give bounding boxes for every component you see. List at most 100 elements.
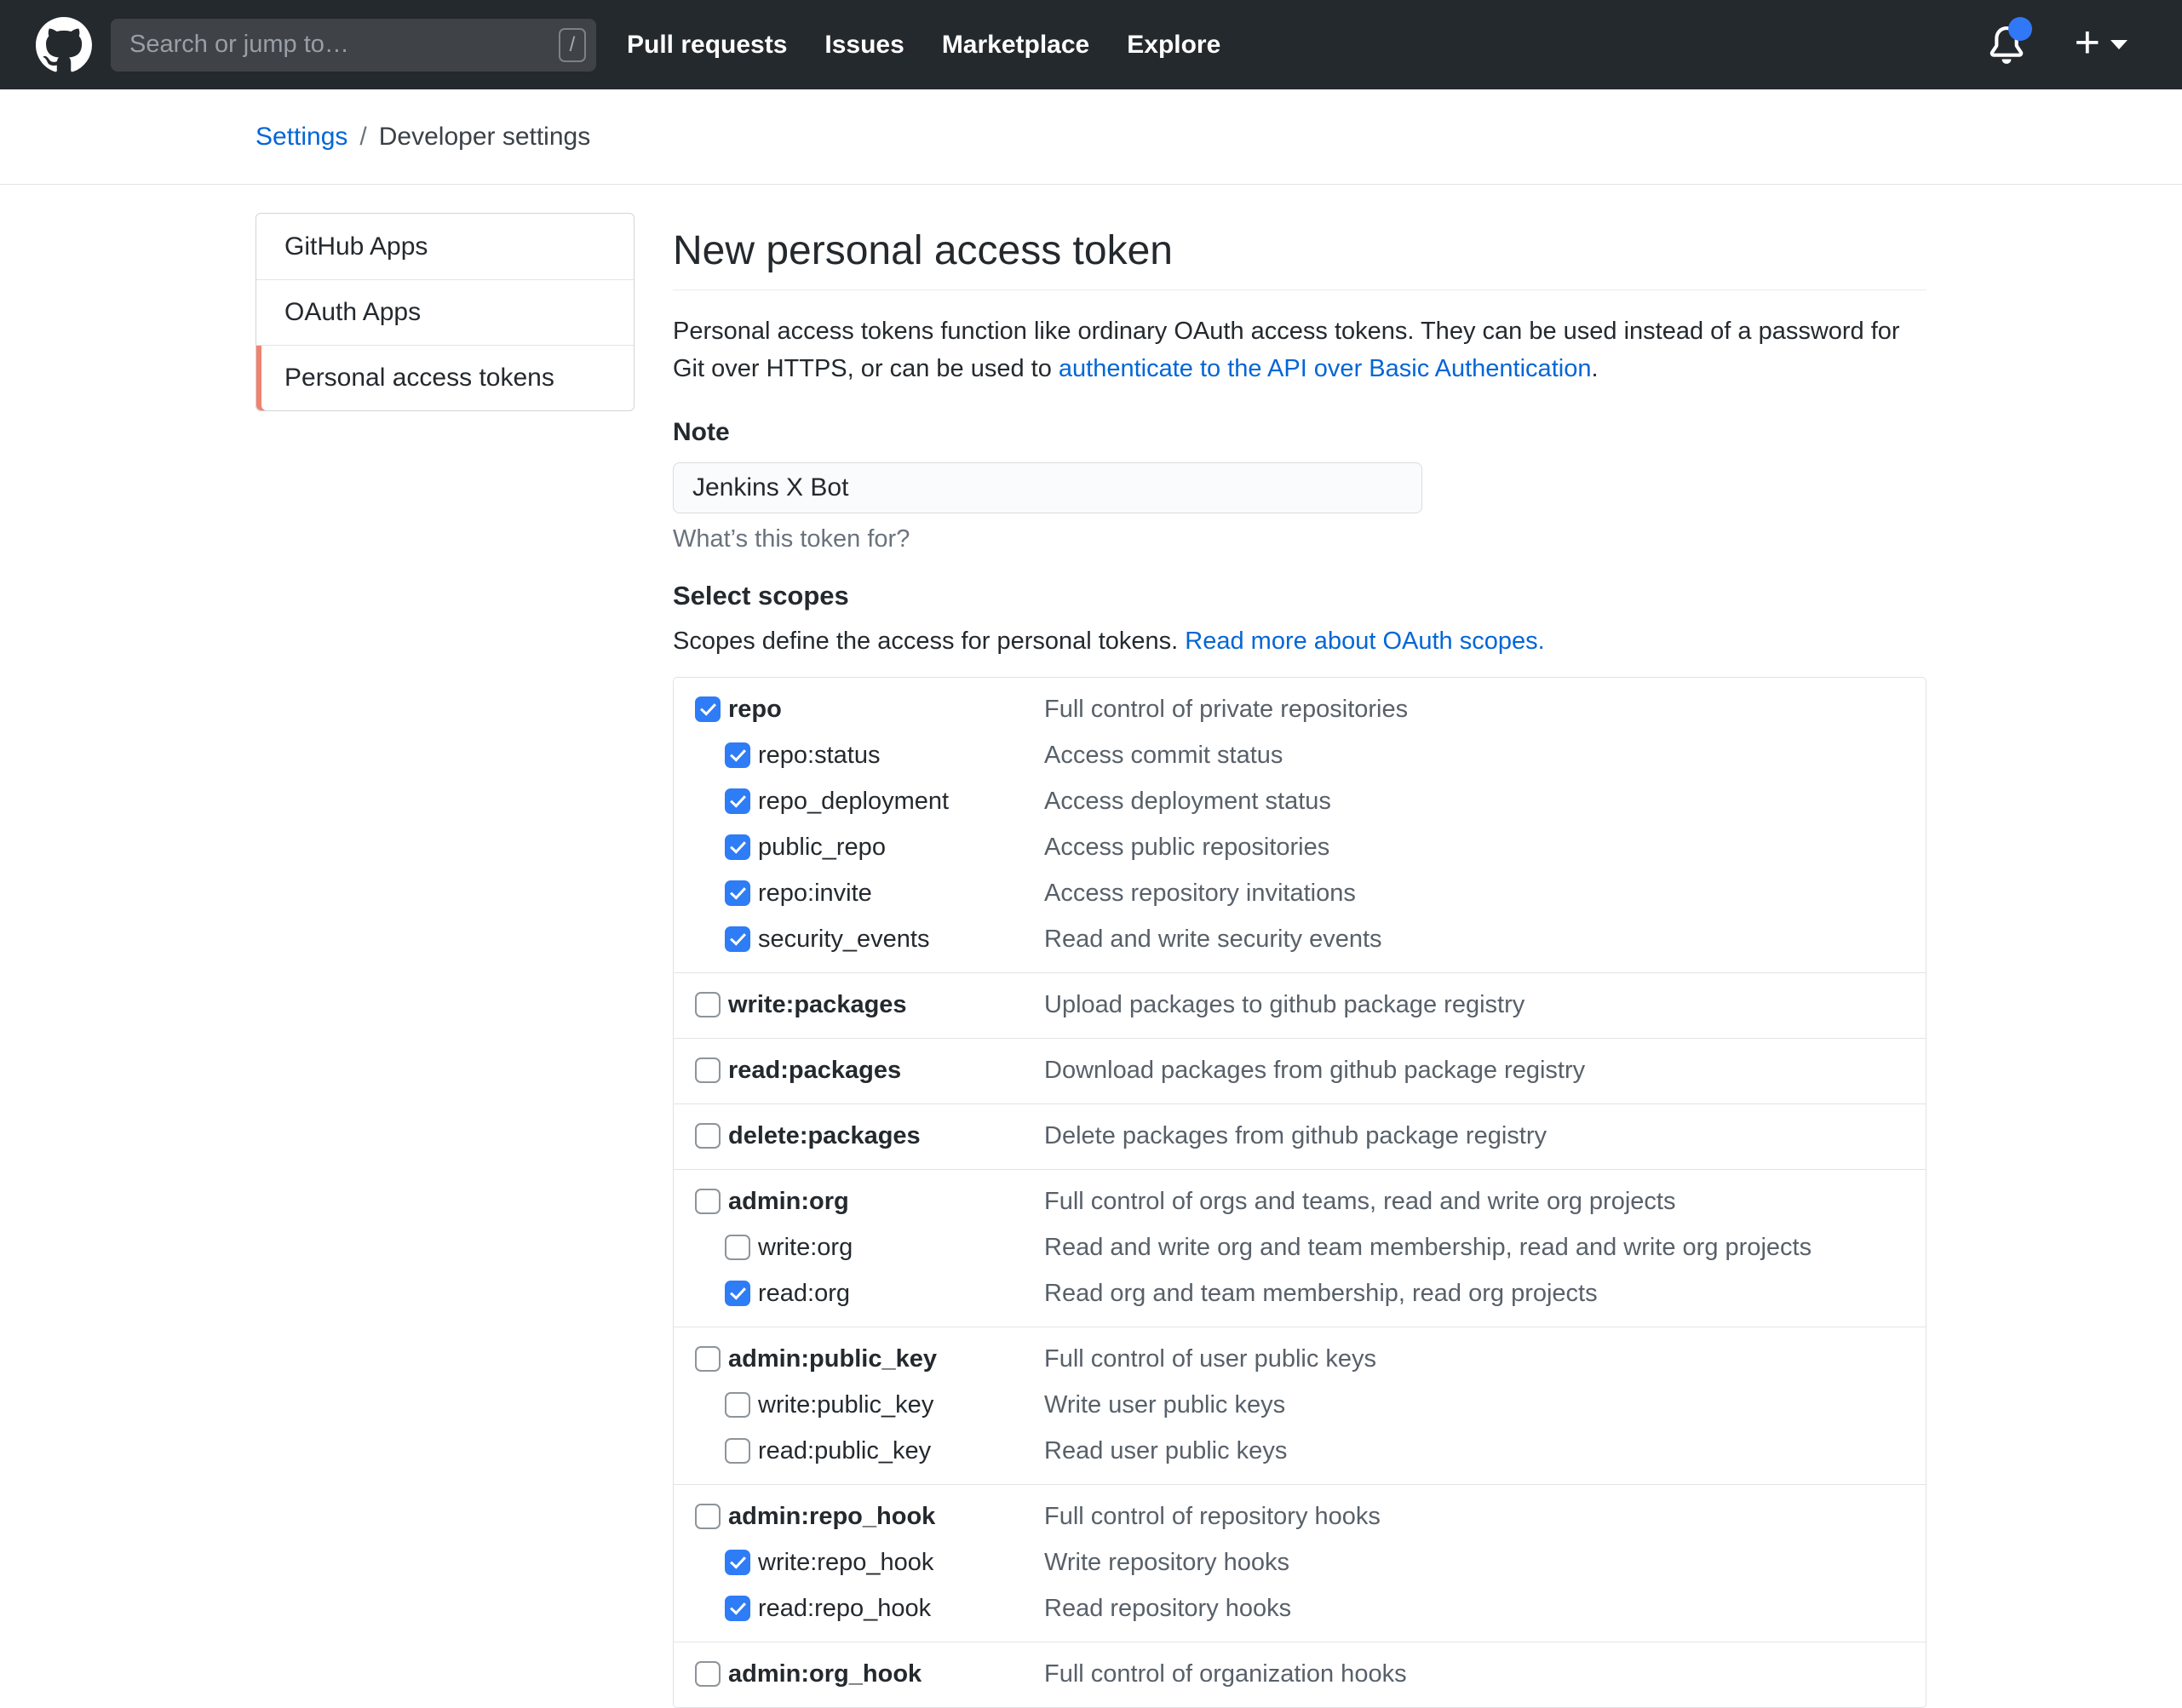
checkbox-write-org[interactable] xyxy=(725,1235,750,1260)
create-new-dropdown[interactable]: + xyxy=(2075,26,2127,65)
scope-description: Write repository hooks xyxy=(1044,1549,1926,1577)
scope-description: Access repository invitations xyxy=(1044,880,1926,908)
plus-icon: + xyxy=(2075,20,2100,65)
scope-name-cell: admin:repo_hook xyxy=(695,1503,1044,1531)
scope-name: security_events xyxy=(758,926,930,954)
checkbox-repo-deployment[interactable] xyxy=(725,788,750,814)
scope-group: admin:orgFull control of orgs and teams,… xyxy=(674,1169,1926,1327)
scope-name: read:org xyxy=(758,1280,850,1308)
checkbox-repo-invite[interactable] xyxy=(725,880,750,906)
scope-row-write-repo-hook: write:repo_hookWrite repository hooks xyxy=(674,1539,1926,1585)
scope-description: Read repository hooks xyxy=(1044,1595,1926,1623)
scope-row-read-public-key: read:public_keyRead user public keys xyxy=(674,1428,1926,1474)
scope-description: Upload packages to github package regist… xyxy=(1044,991,1926,1019)
scope-description: Read and write org and team membership, … xyxy=(1044,1234,1926,1262)
github-logo-icon[interactable] xyxy=(36,17,92,73)
scope-row-repo-deployment: repo_deploymentAccess deployment status xyxy=(674,778,1926,824)
scope-name-cell: read:repo_hook xyxy=(695,1595,1044,1623)
checkbox-public-repo[interactable] xyxy=(725,834,750,860)
scope-name: repo:status xyxy=(758,742,880,770)
scopes-description-text: Scopes define the access for personal to… xyxy=(673,628,1185,655)
scopes-list: repoFull control of private repositories… xyxy=(673,677,1926,1708)
scope-group: admin:repo_hookFull control of repositor… xyxy=(674,1484,1926,1642)
scope-group: repoFull control of private repositories… xyxy=(674,678,1926,972)
header-nav: Pull requests Issues Marketplace Explore xyxy=(627,31,1220,60)
breadcrumb-separator: / xyxy=(359,123,366,152)
checkbox-admin-org[interactable] xyxy=(695,1189,721,1214)
breadcrumb: Settings / Developer settings xyxy=(0,89,2182,185)
scope-name: admin:public_key xyxy=(728,1345,937,1373)
unread-notification-dot xyxy=(2008,17,2032,41)
sidebar-item-oauth-apps[interactable]: OAuth Apps xyxy=(256,279,634,345)
scope-row-read-packages: read:packages Download packages from gith… xyxy=(674,1047,1926,1093)
scope-name: repo xyxy=(728,696,782,724)
scope-description: Download packages from github package re… xyxy=(1044,1057,1926,1085)
scope-description: Full control of repository hooks xyxy=(1044,1503,1926,1531)
scope-name-cell: repo xyxy=(695,696,1044,724)
scope-name-cell: write:org xyxy=(695,1234,1044,1262)
nav-item-marketplace[interactable]: Marketplace xyxy=(942,31,1089,60)
checkbox-repo[interactable] xyxy=(695,696,721,722)
scope-name-cell: security_events xyxy=(695,926,1044,954)
intro-text-after: . xyxy=(1591,355,1598,382)
checkbox-security-events[interactable] xyxy=(725,926,750,952)
notifications-bell-icon[interactable] xyxy=(1988,26,2025,65)
scope-name: admin:org_hook xyxy=(728,1660,922,1688)
scope-row-delete-packages: delete:packages Delete packages from gith… xyxy=(674,1113,1926,1159)
nav-item-pull-requests[interactable]: Pull requests xyxy=(627,31,787,60)
sidebar-item-github-apps[interactable]: GitHub Apps xyxy=(256,214,634,279)
checkbox-read-org[interactable] xyxy=(725,1281,750,1306)
checkbox-repo-status[interactable] xyxy=(725,742,750,768)
scope-description: Full control of organization hooks xyxy=(1044,1660,1926,1688)
scope-row-repo: repoFull control of private repositories xyxy=(674,686,1926,732)
checkbox-admin-org-hook[interactable] xyxy=(695,1661,721,1687)
breadcrumb-settings-link[interactable]: Settings xyxy=(256,123,347,152)
scope-name: repo:invite xyxy=(758,880,872,908)
token-note-input[interactable] xyxy=(673,462,1422,513)
scope-name-cell: admin:public_key xyxy=(695,1345,1044,1373)
sidebar-item-label: Personal access tokens xyxy=(284,364,554,393)
scope-name: delete:packages xyxy=(728,1122,921,1150)
note-label: Note xyxy=(673,418,1926,449)
checkbox-admin-public-key[interactable] xyxy=(695,1346,721,1372)
checkbox-write-packages[interactable] xyxy=(695,992,721,1017)
content-area: GitHub Apps OAuth Apps Personal access tok… xyxy=(256,213,2182,1708)
scope-row-security-events: security_events Read and write security e… xyxy=(674,916,1926,962)
sidebar-item-personal-access-tokens[interactable]: Personal access tokens xyxy=(256,345,634,410)
scope-name-cell: read:public_key xyxy=(695,1437,1044,1465)
header-right: + xyxy=(1988,26,2138,65)
scope-group: delete:packages Delete packages from gith… xyxy=(674,1103,1926,1169)
scope-name: read:packages xyxy=(728,1057,901,1085)
scope-row-write-public-key: write:public_keyWrite user public keys xyxy=(674,1382,1926,1428)
scope-description: Delete packages from github package regi… xyxy=(1044,1122,1926,1150)
scope-name-cell: delete:packages xyxy=(695,1122,1044,1150)
select-scopes-heading: Select scopes xyxy=(673,580,1926,612)
checkbox-admin-repo-hook[interactable] xyxy=(695,1504,721,1529)
scope-row-admin-repo-hook: admin:repo_hookFull control of repositor… xyxy=(674,1493,1926,1539)
scope-description: Write user public keys xyxy=(1044,1391,1926,1419)
sidebar-item-label: OAuth Apps xyxy=(284,298,421,327)
scope-row-admin-org-hook: admin:org_hook Full control of organizati… xyxy=(674,1651,1926,1697)
scope-description: Full control of user public keys xyxy=(1044,1345,1926,1373)
scope-description: Read and write security events xyxy=(1044,926,1926,954)
basic-auth-link[interactable]: authenticate to the API over Basic Authe… xyxy=(1059,355,1592,382)
checkbox-delete-packages[interactable] xyxy=(695,1123,721,1149)
checkbox-write-repo-hook[interactable] xyxy=(725,1550,750,1575)
scope-group: read:packages Download packages from gith… xyxy=(674,1038,1926,1103)
checkbox-read-public-key[interactable] xyxy=(725,1438,750,1464)
checkbox-read-repo-hook[interactable] xyxy=(725,1596,750,1621)
nav-item-issues[interactable]: Issues xyxy=(824,31,904,60)
oauth-scopes-link[interactable]: Read more about OAuth scopes. xyxy=(1185,628,1544,655)
scope-row-write-packages: write:packagesUpload packages to github … xyxy=(674,982,1926,1028)
nav-item-explore[interactable]: Explore xyxy=(1127,31,1220,60)
checkbox-read-packages[interactable] xyxy=(695,1057,721,1083)
scope-description: Access public repositories xyxy=(1044,834,1926,862)
sidebar-item-label: GitHub Apps xyxy=(284,232,428,261)
scope-row-write-org: write:orgRead and write org and team mem… xyxy=(674,1224,1926,1270)
search-input[interactable] xyxy=(128,30,559,60)
scope-name-cell: read:packages xyxy=(695,1057,1044,1085)
scope-description: Read org and team membership, read org p… xyxy=(1044,1280,1926,1308)
checkbox-write-public-key[interactable] xyxy=(725,1392,750,1418)
scope-row-repo-invite: repo:invite Access repository invitations xyxy=(674,870,1926,916)
global-header: / Pull requestsIssuesMarketplaceExplore … xyxy=(0,0,2182,89)
